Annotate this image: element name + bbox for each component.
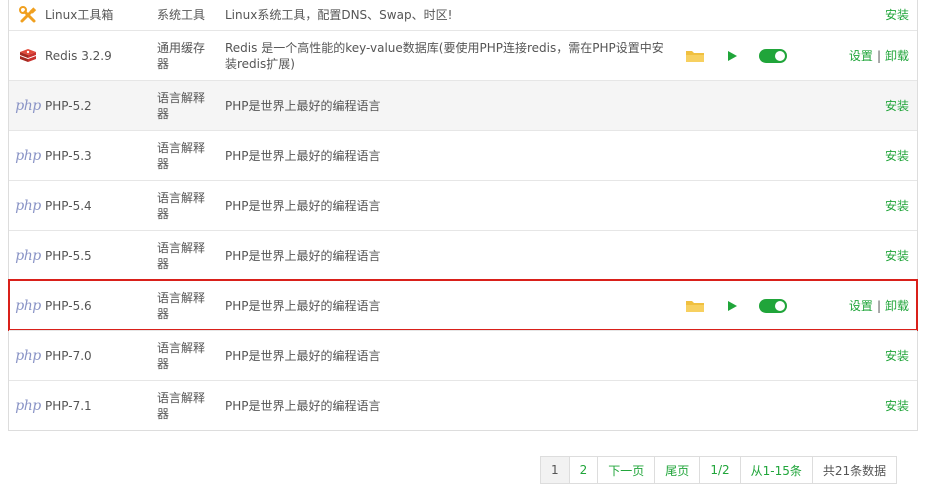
plugin-name: PHP-5.5 (45, 248, 92, 263)
folder-icon[interactable] (685, 299, 705, 313)
action-separator: | (876, 48, 881, 63)
plugin-type: 语言解释器 (157, 390, 206, 421)
php-logo-icon: php (15, 397, 41, 414)
next-page-button[interactable]: 下一页 (597, 457, 654, 483)
plugin-description: PHP是世界上最好的编程语言 (225, 198, 381, 213)
plugin-name: PHP-7.1 (45, 398, 92, 413)
plugin-type: 语言解释器 (157, 190, 206, 221)
plugin-type: 通用缓存器 (157, 40, 206, 71)
page-2-button[interactable]: 2 (568, 457, 598, 483)
install-button[interactable]: 安装 (885, 98, 909, 114)
php-logo-icon: php (15, 297, 41, 314)
plugin-description: PHP是世界上最好的编程语言 (225, 398, 381, 413)
plugin-description: PHP是世界上最好的编程语言 (225, 148, 381, 163)
folder-icon[interactable] (685, 49, 705, 63)
table-row-highlighted: php PHP-5.6 语言解释器 PHP是世界上最好的编程语言 设置 | 卸载 (8, 279, 918, 331)
php-logo-icon: php (15, 97, 41, 114)
php-logo-icon: php (15, 347, 41, 364)
php-logo-icon: php (15, 247, 41, 264)
install-button[interactable]: 安装 (885, 198, 909, 214)
plugin-type: 语言解释器 (157, 90, 206, 121)
linux-tools-icon (17, 5, 39, 25)
php-logo-icon: php (15, 147, 41, 164)
plugin-name: Linux工具箱 (45, 8, 114, 22)
settings-button[interactable]: 设置 (849, 48, 873, 64)
install-button[interactable]: 安装 (885, 398, 909, 414)
plugin-description: PHP是世界上最好的编程语言 (225, 348, 381, 363)
last-page-button[interactable]: 尾页 (654, 457, 699, 483)
uninstall-button[interactable]: 卸载 (885, 48, 909, 64)
plugin-type: 语言解释器 (157, 140, 206, 171)
table-row: Linux工具箱 系统工具 Linux系统工具，配置DNS、Swap、时区! 安… (9, 0, 917, 30)
plugin-name: Redis 3.2.9 (45, 48, 112, 63)
plugin-description: PHP是世界上最好的编程语言 (225, 248, 381, 263)
toggle-switch[interactable] (759, 298, 787, 313)
plugin-name: PHP-5.4 (45, 198, 92, 213)
pagination: 1 2 下一页 尾页 1/2 从1-15条 共21条数据 (540, 456, 898, 484)
plugin-name: PHP-5.2 (45, 98, 92, 113)
page-1-button[interactable]: 1 (541, 457, 569, 483)
plugin-name: PHP-7.0 (45, 348, 92, 363)
settings-button[interactable]: 设置 (849, 298, 873, 314)
play-icon[interactable] (725, 49, 739, 63)
plugin-type: 语言解释器 (157, 240, 206, 271)
play-icon[interactable] (725, 299, 739, 313)
plugin-description: PHP是世界上最好的编程语言 (225, 298, 381, 313)
action-separator: | (876, 298, 881, 313)
plugin-type: 语言解释器 (157, 340, 206, 371)
redis-icon (17, 46, 39, 66)
table-row: php PHP-5.3 语言解释器 PHP是世界上最好的编程语言 安装 (9, 130, 917, 180)
install-button[interactable]: 安装 (885, 148, 909, 164)
plugin-type: 系统工具 (157, 8, 206, 22)
table-row: php PHP-5.4 语言解释器 PHP是世界上最好的编程语言 安装 (9, 180, 917, 230)
install-button[interactable]: 安装 (885, 348, 909, 364)
total-count: 共21条数据 (811, 457, 896, 483)
plugin-type: 语言解释器 (157, 290, 206, 321)
table-row: php PHP-7.1 语言解释器 PHP是世界上最好的编程语言 安装 (9, 380, 917, 430)
table-row: Redis 3.2.9 通用缓存器 Redis 是一个高性能的key-value… (9, 30, 917, 80)
uninstall-button[interactable]: 卸载 (885, 298, 909, 314)
plugin-name: PHP-5.6 (45, 298, 92, 313)
plugin-description: Redis 是一个高性能的key-value数据库(要使用PHP连接redis，… (225, 40, 664, 71)
plugin-description: Linux系统工具，配置DNS、Swap、时区! (225, 8, 453, 22)
table-row: php PHP-7.0 语言解释器 PHP是世界上最好的编程语言 安装 (9, 330, 917, 380)
plugin-description: PHP是世界上最好的编程语言 (225, 98, 381, 113)
install-button[interactable]: 安装 (885, 7, 909, 23)
page-indicator[interactable]: 1/2 (699, 457, 739, 483)
plugin-name: PHP-5.3 (45, 148, 92, 163)
table-row: php PHP-5.2 语言解释器 PHP是世界上最好的编程语言 安装 (9, 80, 917, 130)
toggle-switch[interactable] (759, 48, 787, 63)
range-indicator[interactable]: 从1-15条 (739, 457, 812, 483)
plugin-table: Linux工具箱 系统工具 Linux系统工具，配置DNS、Swap、时区! 安… (8, 0, 918, 431)
php-logo-icon: php (15, 197, 41, 214)
install-button[interactable]: 安装 (885, 248, 909, 264)
table-row: php PHP-5.5 语言解释器 PHP是世界上最好的编程语言 安装 (9, 230, 917, 280)
